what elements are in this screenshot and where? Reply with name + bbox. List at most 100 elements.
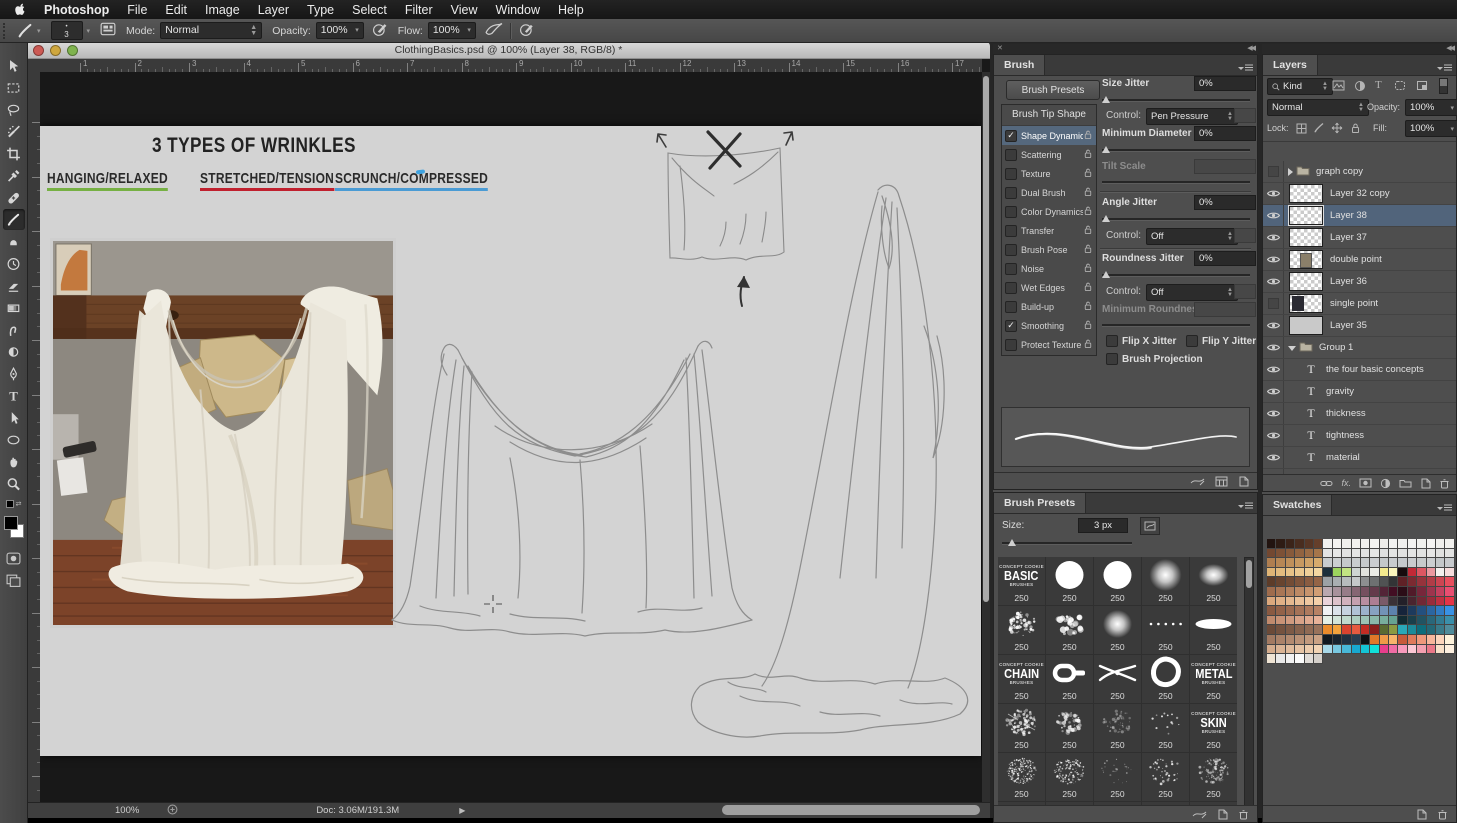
panel-close-icon[interactable]: ✕ [997,45,1003,52]
toggle-live-tip-icon[interactable] [1192,809,1207,819]
color-swatch[interactable] [1342,625,1351,635]
color-swatch[interactable] [1361,606,1370,616]
vertical-scrollbar[interactable] [982,72,990,803]
color-swatch[interactable] [1352,549,1361,559]
color-swatch[interactable] [1305,616,1314,626]
color-swatch[interactable] [1352,558,1361,568]
gradient-tool[interactable] [3,297,25,318]
layer-opacity-field[interactable]: 100%▾ [1405,99,1457,116]
color-swatch[interactable] [1380,606,1389,616]
delete-brush-icon[interactable] [1238,809,1249,820]
path-selection-tool[interactable] [3,407,25,428]
layer-row-single-point[interactable]: single point [1263,293,1456,315]
color-swatch[interactable] [1342,577,1351,587]
eye-icon[interactable] [1263,183,1284,204]
color-swatch[interactable] [1305,654,1314,664]
menu-file[interactable]: File [118,3,156,17]
color-swatch[interactable] [1436,587,1445,597]
link-layers-icon[interactable] [1320,479,1333,488]
color-swatch[interactable] [1333,606,1342,616]
color-swatch[interactable] [1445,616,1454,626]
color-swatch[interactable] [1361,568,1370,578]
color-swatch[interactable] [1408,539,1417,549]
color-swatch[interactable] [1352,645,1361,655]
brush-preset-splatter[interactable]: 250 [998,606,1045,654]
color-swatch[interactable] [1333,539,1342,549]
color-swatch[interactable] [1361,635,1370,645]
foreground-background-wells[interactable] [3,516,25,538]
default-swap-colors-icon[interactable]: ⇄ [6,500,22,508]
zoom-level-field[interactable]: 100% [115,805,139,816]
color-swatch[interactable] [1436,606,1445,616]
color-swatch[interactable] [1436,549,1445,559]
color-swatch[interactable] [1427,539,1436,549]
color-swatch[interactable] [1389,616,1398,626]
color-swatch[interactable] [1408,549,1417,559]
filter-toggle-pill[interactable] [1439,78,1448,94]
brush-preset-hard-round[interactable]: 250 [1046,557,1093,605]
color-swatch[interactable] [1295,625,1304,635]
color-swatch[interactable] [1380,616,1389,626]
color-swatch[interactable] [1370,625,1379,635]
color-swatch[interactable] [1436,597,1445,607]
color-swatch[interactable] [1445,625,1454,635]
color-swatch[interactable] [1305,539,1314,549]
new-group-icon[interactable] [1399,478,1412,488]
brush-set-title-tile[interactable]: CONCEPT COOKIEMETALBRUSHES250 [1190,655,1237,703]
brush-preset-caret[interactable]: ▾ [87,27,91,35]
angle-jitter-value[interactable]: 0% [1194,195,1256,210]
color-swatch[interactable] [1445,606,1454,616]
quick-mask-icon[interactable] [3,548,25,569]
color-swatch[interactable] [1398,539,1407,549]
color-swatch[interactable] [1398,587,1407,597]
zoom-tool[interactable] [3,473,25,494]
color-swatch[interactable] [1352,577,1361,587]
tip-option-brush-pose[interactable]: Brush Pose [1002,240,1096,259]
color-swatch[interactable] [1398,635,1407,645]
color-swatch[interactable] [1323,597,1332,607]
color-swatch[interactable] [1333,645,1342,655]
color-swatch[interactable] [1267,577,1276,587]
color-swatch[interactable] [1286,635,1295,645]
color-swatch[interactable] [1276,597,1285,607]
color-swatch[interactable] [1427,616,1436,626]
color-swatch[interactable] [1305,577,1314,587]
minimum-diameter-value[interactable]: 0% [1194,126,1256,141]
menu-help[interactable]: Help [549,3,593,17]
color-swatch[interactable] [1276,635,1285,645]
color-swatch[interactable] [1333,568,1342,578]
color-swatch[interactable] [1295,558,1304,568]
color-swatch[interactable] [1342,539,1351,549]
flow-select[interactable]: 100%▾ [428,22,476,39]
toggle-brush-panel-icon[interactable] [100,22,116,39]
brush-preset-chain-cross[interactable]: 250 [1094,655,1141,703]
size-control-select[interactable]: Pen Pressure▲▼ [1146,108,1238,125]
tip-option-noise[interactable]: Noise [1002,259,1096,278]
color-swatch[interactable] [1370,558,1379,568]
color-swatch[interactable] [1370,568,1379,578]
color-swatch[interactable] [1370,549,1379,559]
color-swatch[interactable] [1417,539,1426,549]
layer-row-group-1[interactable]: Group 1 [1263,337,1456,359]
color-swatch[interactable] [1267,539,1276,549]
toggle-live-tip-icon[interactable] [1190,476,1205,486]
color-swatch[interactable] [1445,577,1454,587]
brush-preset-soft-oval[interactable]: 250 [1190,557,1237,605]
screen-mode-icon[interactable] [3,570,25,591]
brush-preset-picker[interactable]: •3 [51,21,83,40]
color-swatch[interactable] [1267,645,1276,655]
angle-control-select[interactable]: Off▲▼ [1146,228,1238,245]
color-swatch[interactable] [1276,549,1285,559]
color-swatch[interactable] [1295,616,1304,626]
color-swatch[interactable] [1398,616,1407,626]
clone-stamp-tool[interactable] [3,231,25,252]
color-swatch[interactable] [1445,558,1454,568]
tip-option-shape-dynamics[interactable]: ✓Shape Dynamics [1002,126,1096,145]
color-swatch[interactable] [1389,558,1398,568]
eye-empty-well[interactable] [1263,161,1284,182]
lock-transparency-icon[interactable] [1293,121,1309,135]
color-swatch[interactable] [1342,645,1351,655]
healing-brush-tool[interactable] [3,187,25,208]
color-swatch[interactable] [1286,558,1295,568]
flip-y-jitter-checkbox[interactable]: Flip Y Jitter [1186,335,1256,347]
